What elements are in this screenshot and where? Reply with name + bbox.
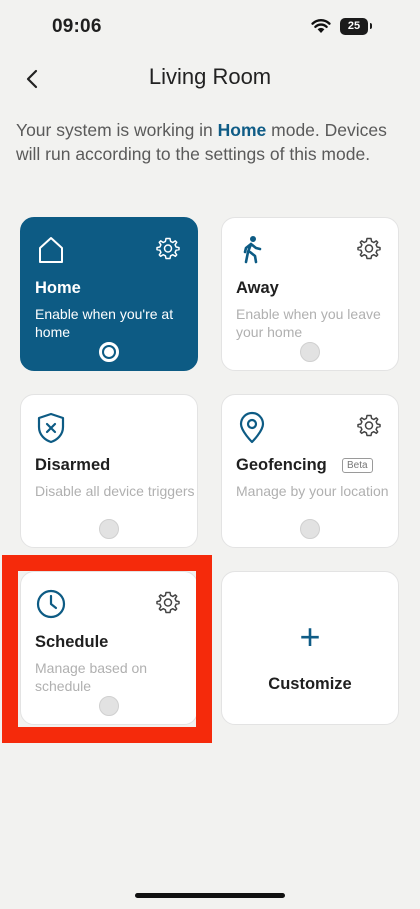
walking-person-icon (236, 234, 268, 271)
card-description: Manage based on schedule (35, 660, 148, 694)
card-title: Home (35, 279, 81, 297)
card-title: Away (236, 279, 279, 297)
card-title: Geofencing (236, 456, 327, 474)
gear-icon[interactable] (357, 413, 381, 442)
card-description: Enable when you're at home (35, 306, 174, 340)
card-title: Schedule (35, 633, 109, 651)
clock-icon (35, 588, 67, 625)
card-description: Disable all device triggers (35, 483, 195, 499)
mode-card-home[interactable]: Home Enable when you're at home (20, 217, 198, 371)
mode-description: Your system is working in Home mode. Dev… (16, 118, 396, 166)
mode-radio-schedule[interactable] (99, 696, 119, 716)
plus-icon: + (299, 616, 321, 657)
house-icon (35, 234, 67, 271)
battery-tip (370, 23, 372, 29)
battery-icon: 25 (340, 18, 368, 35)
description-prefix: Your system is working in (16, 120, 218, 140)
gear-icon[interactable] (156, 590, 180, 619)
mode-card-away[interactable]: Away Enable when you leave your home (221, 217, 399, 371)
card-title: Disarmed (35, 456, 111, 474)
mode-card-disarmed[interactable]: Disarmed Disable all device triggers (20, 394, 198, 548)
gear-icon[interactable] (357, 236, 381, 265)
customize-button[interactable]: + Customize (221, 571, 399, 725)
page-title: Living Room (148, 64, 272, 89)
wifi-icon (311, 18, 331, 39)
mode-card-schedule[interactable]: Schedule Manage based on schedule (20, 571, 198, 725)
header: Living Room (0, 56, 420, 100)
shield-x-icon (35, 411, 67, 450)
location-pin-icon (236, 411, 268, 450)
mode-radio-away[interactable] (300, 342, 320, 362)
mode-card-geofencing[interactable]: Geofencing Beta Manage by your location (221, 394, 399, 548)
status-time: 09:06 (52, 16, 102, 37)
home-indicator (135, 893, 285, 898)
gear-icon[interactable] (156, 236, 180, 265)
mode-radio-home[interactable] (99, 342, 119, 362)
status-bar: 09:06 25 (0, 0, 420, 56)
beta-badge: Beta (342, 458, 373, 473)
customize-label: Customize (268, 675, 352, 693)
mode-radio-disarmed[interactable] (99, 519, 119, 539)
mode-radio-geofencing[interactable] (300, 519, 320, 539)
card-description: Enable when you leave your home (236, 306, 381, 340)
card-description: Manage by your location (236, 483, 389, 499)
current-mode-name: Home (217, 120, 267, 140)
